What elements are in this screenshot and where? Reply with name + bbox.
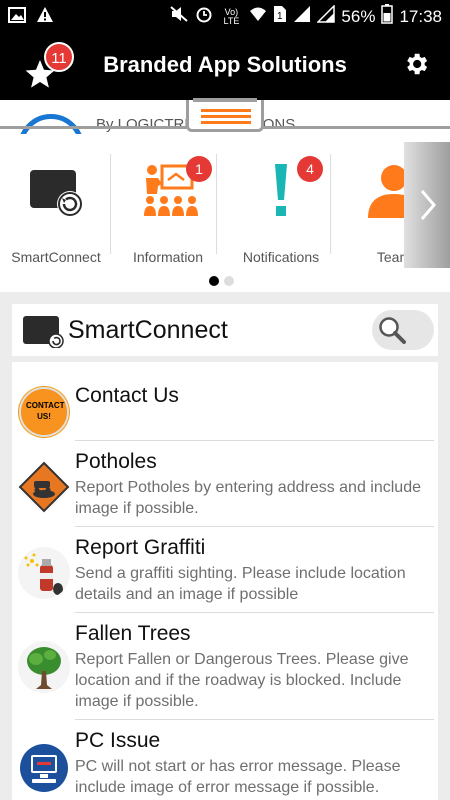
list-item-title: Contact Us — [75, 384, 179, 407]
gear-icon — [407, 53, 428, 75]
list-item-contact-us[interactable]: CONTACT US! Contact Us — [12, 362, 438, 442]
drawer-handle[interactable] — [186, 98, 264, 132]
carousel-label: SmartConnect — [11, 249, 101, 265]
list-item-title: PC Issue — [75, 729, 161, 752]
volte-icon: Vo) LTE — [223, 6, 240, 26]
brand-logo — [18, 114, 84, 134]
list-item-description: Report Fallen or Dangerous Trees. Please… — [75, 651, 409, 710]
smartconnect-icon — [22, 314, 64, 349]
settings-button[interactable] — [402, 50, 430, 78]
signal-icon — [293, 5, 311, 28]
feature-carousel[interactable]: SmartConnect 1 Information 4 Notificatio… — [0, 134, 450, 292]
service-list[interactable]: CONTACT US! Contact Us Potholes Report P… — [12, 362, 438, 800]
information-badge: 1 — [186, 156, 212, 182]
list-item-potholes[interactable]: Potholes Report Potholes by entering add… — [12, 441, 438, 527]
computer-icon — [18, 742, 70, 794]
contact-us-icon-label: CONTACT US! — [26, 401, 65, 421]
divider — [110, 154, 111, 254]
list-item-description: PC will not start or has error message. … — [75, 758, 401, 796]
list-item-description: Report Potholes by entering address and … — [75, 479, 421, 517]
chevron-right-icon — [420, 190, 436, 220]
list-item-pc-issue[interactable]: PC Issue PC will not start or has error … — [12, 720, 438, 800]
page-dot-active[interactable] — [209, 276, 219, 286]
divider — [216, 154, 217, 254]
battery-icon — [381, 4, 394, 29]
list-item-title: Report Graffiti — [75, 536, 206, 559]
page-indicator — [209, 276, 234, 286]
menu-line-icon — [201, 109, 251, 112]
list-item-report-graffiti[interactable]: Report Graffiti Send a graffiti sighting… — [12, 527, 438, 613]
notifications-badge: 4 — [297, 156, 323, 182]
menu-line-icon — [201, 121, 251, 124]
list-item-title: Potholes — [75, 450, 157, 473]
section-header: SmartConnect — [12, 304, 438, 356]
sim-icon: 1 — [273, 5, 287, 28]
status-bar: Vo) LTE 1 56% 17:38 — [0, 0, 450, 32]
mute-icon — [169, 5, 189, 28]
carousel-item-smartconnect[interactable]: SmartConnect — [0, 142, 112, 268]
smartconnect-icon — [26, 160, 86, 220]
app-header: 11 Branded App Solutions — [0, 32, 450, 100]
drawer-handle-top — [193, 98, 257, 102]
battery-percent: 56% — [341, 6, 376, 26]
spray-can-icon — [18, 547, 70, 599]
search-button[interactable] — [372, 310, 434, 350]
carousel-label: Notifications — [242, 249, 320, 265]
wifi-icon — [249, 6, 267, 27]
svg-text:1: 1 — [277, 11, 283, 22]
divider — [330, 154, 331, 254]
search-icon — [379, 317, 406, 344]
section-title: SmartConnect — [68, 316, 228, 344]
carousel-label: Information — [132, 249, 204, 265]
signal-2-icon — [316, 4, 336, 28]
app-title: Branded App Solutions — [103, 52, 347, 77]
alarm-icon — [195, 5, 213, 28]
list-item-title: Fallen Trees — [75, 622, 191, 645]
clock: 17:38 — [399, 6, 442, 26]
warning-icon — [36, 6, 54, 29]
carousel-item-information[interactable]: 1 Information — [112, 142, 224, 268]
carousel-next-button[interactable] — [404, 142, 450, 268]
carousel-item-notifications[interactable]: 4 Notifications — [225, 142, 337, 268]
list-item-description: Send a graffiti sighting. Please include… — [75, 565, 406, 603]
pothole-sign-icon — [18, 461, 70, 513]
page-dot[interactable] — [224, 276, 234, 286]
image-icon — [8, 6, 26, 29]
contact-us-icon: CONTACT US! — [18, 386, 70, 438]
menu-line-icon — [201, 115, 251, 118]
tree-icon — [18, 641, 70, 693]
list-item-fallen-trees[interactable]: Fallen Trees Report Fallen or Dangerous … — [12, 613, 438, 720]
